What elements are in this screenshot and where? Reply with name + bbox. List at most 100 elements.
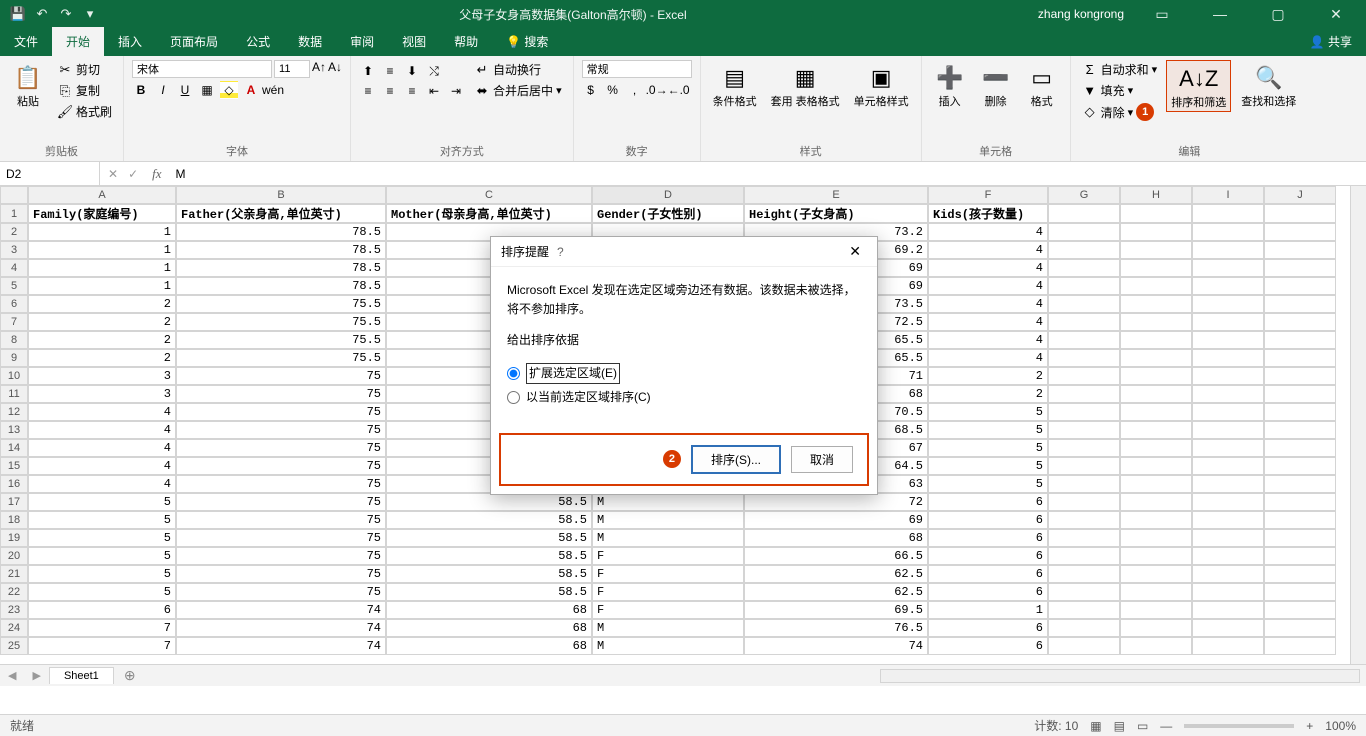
cell[interactable]: 3 [28,385,176,403]
format-painter-button[interactable]: 🖌格式刷 [54,102,115,121]
cell[interactable]: 74 [176,619,386,637]
row-header[interactable]: 15 [0,457,28,475]
cell[interactable] [1264,277,1336,295]
cell[interactable]: 74 [176,601,386,619]
italic-icon[interactable]: I [154,81,172,99]
header-cell[interactable]: Father(父亲身高,单位英寸) [176,204,386,223]
cell[interactable] [1048,403,1120,421]
cell[interactable]: 2 [28,349,176,367]
cell[interactable]: 4 [928,295,1048,313]
cell[interactable] [1192,223,1264,241]
cell[interactable]: 78.5 [176,259,386,277]
insert-cells-button[interactable]: ➕插入 [930,60,970,110]
cell[interactable]: 75 [176,385,386,403]
clear-button[interactable]: ◇清除 ▾ 1 [1079,102,1161,122]
cell[interactable] [1048,295,1120,313]
vertical-scrollbar[interactable] [1350,186,1366,664]
col-header[interactable]: C [386,186,592,204]
cell[interactable] [1048,637,1120,655]
font-name-input[interactable] [132,60,272,78]
tab-home[interactable]: 开始 [52,27,104,56]
cell[interactable]: 75 [176,529,386,547]
cell[interactable] [1264,439,1336,457]
cell[interactable] [1264,421,1336,439]
zoom-out-icon[interactable]: — [1160,719,1172,733]
cell[interactable] [1264,223,1336,241]
view-layout-icon[interactable]: ▤ [1114,719,1125,733]
cell[interactable]: 5 [928,457,1048,475]
cell[interactable]: 74 [744,637,928,655]
cell[interactable]: 6 [928,511,1048,529]
cell[interactable]: 75.5 [176,331,386,349]
cell[interactable]: 6 [928,583,1048,601]
col-header[interactable]: A [28,186,176,204]
cell[interactable]: 75 [176,583,386,601]
cell[interactable]: 4 [928,223,1048,241]
cell[interactable]: 62.5 [744,583,928,601]
number-format-input[interactable] [582,60,692,78]
cell[interactable] [1048,277,1120,295]
cell[interactable] [1120,601,1192,619]
cell[interactable] [1120,403,1192,421]
tab-insert[interactable]: 插入 [104,27,156,56]
row-header[interactable]: 17 [0,493,28,511]
autosum-button[interactable]: Σ自动求和 ▾ [1079,60,1161,79]
cell[interactable]: 75 [176,547,386,565]
cell[interactable]: 5 [28,493,176,511]
share-button[interactable]: 👤 共享 [1296,27,1366,56]
tab-search[interactable]: 💡 搜索 [492,27,562,56]
save-icon[interactable]: 💾 [10,6,26,22]
cell[interactable] [1120,331,1192,349]
tab-formulas[interactable]: 公式 [232,27,284,56]
cell[interactable] [1192,601,1264,619]
cell[interactable] [1192,367,1264,385]
row-header[interactable]: 23 [0,601,28,619]
sheet-nav-next-icon[interactable]: ▶ [24,669,48,682]
cell[interactable]: 75 [176,439,386,457]
cut-button[interactable]: ✂剪切 [54,60,115,79]
cell[interactable] [1264,511,1336,529]
header-cell[interactable]: Mother(母亲身高,单位英寸) [386,204,592,223]
cell[interactable] [1192,547,1264,565]
dialog-help-icon[interactable]: ? [549,245,572,259]
row-header[interactable]: 5 [0,277,28,295]
undo-icon[interactable]: ↶ [34,6,50,22]
maximize-icon[interactable]: ▢ [1258,6,1298,23]
cell[interactable]: 4 [928,241,1048,259]
cell[interactable] [1192,565,1264,583]
row-header[interactable]: 3 [0,241,28,259]
copy-button[interactable]: ⎘复制 [54,81,115,100]
cell[interactable]: 58.5 [386,511,592,529]
currency-icon[interactable]: $ [582,81,600,99]
row-header[interactable]: 13 [0,421,28,439]
cell[interactable]: F [592,601,744,619]
cell[interactable] [1264,295,1336,313]
row-header[interactable]: 22 [0,583,28,601]
tab-file[interactable]: 文件 [0,27,52,56]
header-cell[interactable]: Gender(子女性别) [592,204,744,223]
cell[interactable] [1192,259,1264,277]
radio-input[interactable] [507,391,520,404]
cell[interactable] [1120,349,1192,367]
view-normal-icon[interactable]: ▦ [1090,719,1101,733]
cell[interactable]: M [592,493,744,511]
header-cell[interactable]: Family(家庭编号) [28,204,176,223]
formula-bar[interactable]: M [168,167,1366,181]
cell[interactable]: 6 [928,547,1048,565]
cell[interactable]: 76.5 [744,619,928,637]
cell[interactable] [1120,259,1192,277]
cell[interactable] [1192,511,1264,529]
close-icon[interactable]: ✕ [1316,6,1356,23]
horizontal-scrollbar[interactable] [880,669,1360,683]
cell[interactable] [1192,349,1264,367]
phonetic-icon[interactable]: wén [264,81,282,99]
cell[interactable] [1120,493,1192,511]
cell[interactable]: 2 [28,295,176,313]
cell[interactable] [1048,421,1120,439]
cell[interactable]: 68 [386,601,592,619]
bold-icon[interactable]: B [132,81,150,99]
cell[interactable] [1192,619,1264,637]
cell[interactable] [1264,475,1336,493]
cell[interactable]: M [592,619,744,637]
font-color-icon[interactable]: A [242,81,260,99]
